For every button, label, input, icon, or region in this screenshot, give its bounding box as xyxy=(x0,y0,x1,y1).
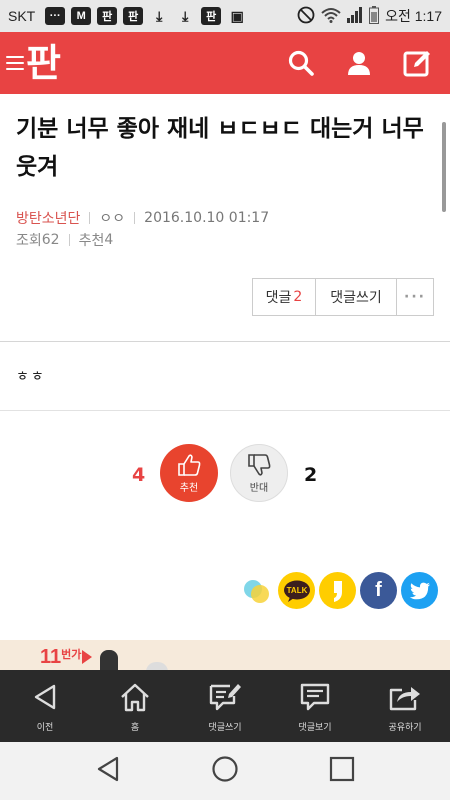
toolbar-write-comment-label: 댓글쓰기 xyxy=(208,722,242,733)
pan-logo[interactable]: 판 xyxy=(26,44,61,82)
clock: 오전 1:17 xyxy=(385,8,442,24)
thumbs-down-icon xyxy=(248,453,271,476)
home-circle-icon xyxy=(212,756,238,782)
ad-banner[interactable]: 11번가 xyxy=(0,640,450,670)
edit-icon xyxy=(403,51,430,77)
toolbar-back-button[interactable]: 이전 xyxy=(0,670,90,742)
bottom-toolbar: 이전 홈 댓글쓰기 댓글보기 공유하기 xyxy=(0,670,450,742)
comma-icon xyxy=(333,580,342,602)
toolbar-home-button[interactable]: 홈 xyxy=(90,670,180,742)
status-bar: SKT ··· M 판 판 ⤓ ⤓ 판 ▣ 오전 1:17 xyxy=(0,0,450,32)
downvote-button[interactable]: 반대 xyxy=(230,444,288,502)
post-body: ㅎㅎ xyxy=(16,369,46,385)
ad-brand-main: 11 xyxy=(40,646,62,668)
divider xyxy=(0,410,450,411)
system-recents-button[interactable] xyxy=(329,756,355,786)
recents-square-icon xyxy=(329,756,355,782)
toolbar-share-label: 공유하기 xyxy=(388,722,422,733)
post-author-sub: ㅇㅇ xyxy=(99,211,126,227)
view-comment-icon xyxy=(300,683,330,710)
toolbar-view-comments-label: 댓글보기 xyxy=(298,722,332,733)
toolbar-share-button[interactable]: 공유하기 xyxy=(360,670,450,742)
profile-button[interactable] xyxy=(342,46,376,80)
comments-count: 2 xyxy=(293,289,303,305)
search-button[interactable] xyxy=(284,46,318,80)
comments-label: 댓글 xyxy=(265,290,292,306)
post-meta: 방탄소년단 ㅇㅇ 2016.10.10 01:17 xyxy=(16,208,269,228)
post-stats: 조회 62 추천 4 xyxy=(16,230,113,250)
yellow-share-button[interactable] xyxy=(319,572,356,609)
pan-icon: 판 xyxy=(201,7,222,25)
write-comment-button[interactable]: 댓글쓰기 xyxy=(316,279,397,315)
write-button[interactable] xyxy=(400,46,434,80)
ad-image xyxy=(100,650,118,670)
home-icon xyxy=(121,683,149,711)
pan-icon: 판 xyxy=(123,7,144,25)
ad-image xyxy=(146,662,168,670)
scrollbar[interactable] xyxy=(442,122,446,212)
message-icon: ··· xyxy=(45,7,66,25)
kakaotalk-icon: TALK xyxy=(283,580,310,602)
recommend-label: 추천 xyxy=(78,233,105,249)
app-header: 판 xyxy=(0,32,450,94)
thumbs-up-icon xyxy=(178,453,201,476)
write-comment-icon xyxy=(209,683,241,710)
upvote-label: 추천 xyxy=(179,482,199,494)
kakaotalk-label: TALK xyxy=(286,586,307,595)
kakaostory-icon xyxy=(243,579,269,603)
toolbar-write-comment-button[interactable]: 댓글쓰기 xyxy=(180,670,270,742)
pan-icon: 판 xyxy=(97,7,118,25)
menu-icon[interactable] xyxy=(6,56,24,70)
vote-area: 4 추천 반대 2 xyxy=(0,444,450,504)
downvote-label: 반대 xyxy=(249,482,269,494)
toolbar-back-label: 이전 xyxy=(36,722,54,733)
download-icon: ⤓ xyxy=(156,7,163,24)
post-content[interactable]: 기분 너무 좋아 재네 ㅂㄷㅂㄷ 대는거 너무 웃겨 방탄소년단 ㅇㅇ 2016… xyxy=(0,94,450,670)
system-nav-bar xyxy=(0,742,450,800)
post-action-buttons: 댓글 2 댓글쓰기 ··· xyxy=(252,278,434,316)
carrier-label: SKT xyxy=(8,8,36,24)
toolbar-home-label: 홈 xyxy=(130,722,140,733)
image-icon: ▣ xyxy=(230,7,244,24)
twitter-share-button[interactable] xyxy=(401,572,438,609)
recommend-count: 4 xyxy=(104,232,114,248)
ad-brand: 11번가 xyxy=(40,646,81,669)
post-author[interactable]: 방탄소년단 xyxy=(16,208,80,228)
search-icon xyxy=(288,50,314,76)
share-icon xyxy=(389,686,420,710)
toolbar-view-comments-button[interactable]: 댓글보기 xyxy=(270,670,360,742)
downvote-count: 2 xyxy=(304,464,318,486)
download-icon: ⤓ xyxy=(182,7,189,24)
post-date: 2016.10.10 01:17 xyxy=(144,210,270,226)
post-title: 기분 너무 좋아 재네 ㅂㄷㅂㄷ 대는거 너무 웃겨 xyxy=(16,116,424,180)
kakaotalk-share-button[interactable]: TALK xyxy=(278,572,315,609)
more-button[interactable]: ··· xyxy=(397,279,433,315)
facebook-share-button[interactable]: f xyxy=(360,572,397,609)
views-count: 62 xyxy=(41,232,60,248)
facebook-icon: f xyxy=(375,579,382,601)
comments-button[interactable]: 댓글 2 xyxy=(253,279,316,315)
views-label: 조회 xyxy=(16,233,42,249)
system-back-button[interactable] xyxy=(95,755,121,787)
ad-brand-sub: 번가 xyxy=(61,649,82,661)
upvote-button[interactable]: 추천 xyxy=(160,444,218,502)
system-home-button[interactable] xyxy=(211,755,239,787)
back-triangle-icon xyxy=(97,756,119,782)
kakaostory-share-button[interactable] xyxy=(237,572,274,609)
twitter-icon xyxy=(409,582,430,599)
signal-icon xyxy=(347,6,363,26)
battery-icon xyxy=(369,5,380,27)
divider xyxy=(0,341,450,342)
m-icon: M xyxy=(71,7,92,25)
person-icon xyxy=(348,52,370,75)
share-buttons: TALK f xyxy=(237,572,438,609)
ad-arrow-icon xyxy=(82,650,92,664)
no-disturb-icon xyxy=(297,6,315,27)
upvote-count: 4 xyxy=(132,464,146,486)
wifi-icon xyxy=(321,7,341,26)
back-icon xyxy=(34,684,56,709)
